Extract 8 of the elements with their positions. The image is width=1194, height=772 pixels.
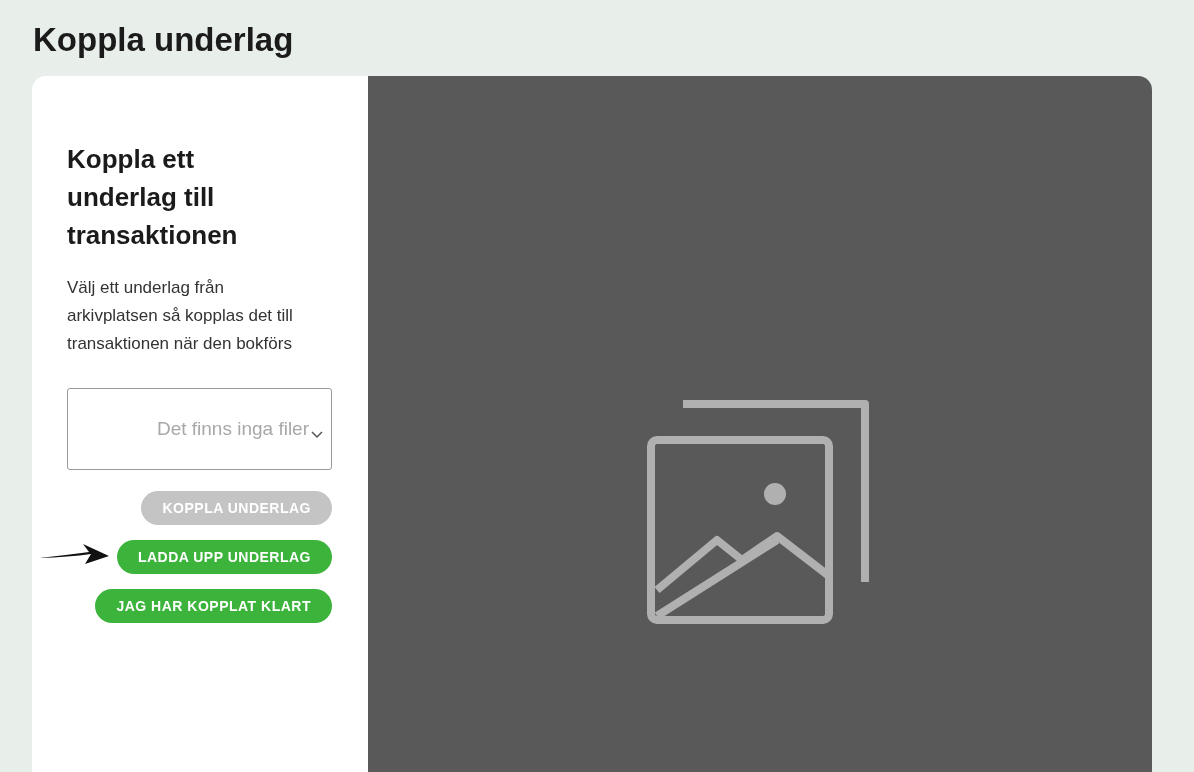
action-button[interactable]: JAG HAR KOPPLAT KLART [95, 589, 332, 623]
panel-heading: Koppla ett underlag till transaktionen [67, 143, 239, 252]
page-title: Koppla underlag [33, 20, 294, 60]
select-placeholder: Det finns inga filer [156, 416, 309, 441]
action-button[interactable]: LADDA UPP UNDERLAG [116, 540, 332, 574]
panel-description: Välj ett underlag från arkivplatsen så kopplas det till transaktionen när den bokförs [67, 277, 294, 355]
chevron-down-icon [311, 431, 323, 439]
file-select[interactable]: Det finns inga filer [67, 388, 332, 470]
